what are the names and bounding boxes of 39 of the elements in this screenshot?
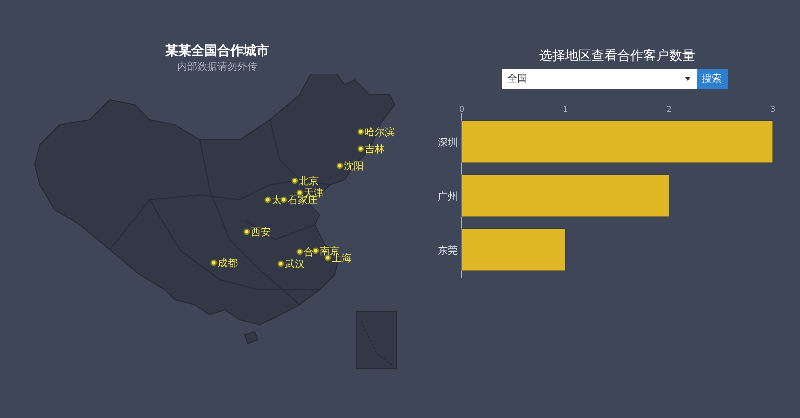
city-dot [278,260,284,268]
search-button[interactable]: 搜索 [696,69,728,89]
city-label: 武汉 [285,260,305,270]
axis-tick-label: 0 [459,105,465,114]
chart-title: 选择地区查看合作客户数量 [540,48,696,66]
city-dot [264,196,272,204]
category-label: 东莞 [438,246,458,257]
axis-tick-label: 2 [666,105,672,114]
city-dot [244,228,250,236]
axis-tick-label: 1 [563,105,568,114]
city-dot [358,128,364,136]
city-dot [210,260,218,266]
city-dot [336,162,344,170]
caret-icon [684,77,690,81]
city-dot [296,248,304,256]
category-label: 广州 [438,192,458,203]
island-drawing [244,331,259,345]
axis-tick-label: 3 [770,105,776,114]
city-label: 北京 [299,176,319,188]
city-dot [296,190,304,196]
city-label: 上海 [332,254,352,264]
city-dot [324,254,332,262]
city-dot [280,196,288,204]
map-title: 某某全国合作城市 [166,44,270,60]
city-dot [358,146,364,152]
city-label: 沈阳 [344,162,364,172]
south-sea-inset-drawing [356,312,398,370]
city-label: 哈尔滨 [365,128,395,138]
city-dot [312,248,320,254]
city-label: 石家庄 [288,196,318,206]
city-label: 太 [272,196,282,206]
city-label: 合 [304,248,314,258]
city-dot [292,178,298,184]
city-label: 成都 [218,258,238,270]
city-label: 西安 [251,228,271,238]
region-select[interactable]: 全国 [502,69,696,89]
city-label: 吉林 [365,144,385,156]
category-label: 深圳 [438,138,458,149]
map-subtitle: 内部数据请勿外传 [178,62,258,74]
